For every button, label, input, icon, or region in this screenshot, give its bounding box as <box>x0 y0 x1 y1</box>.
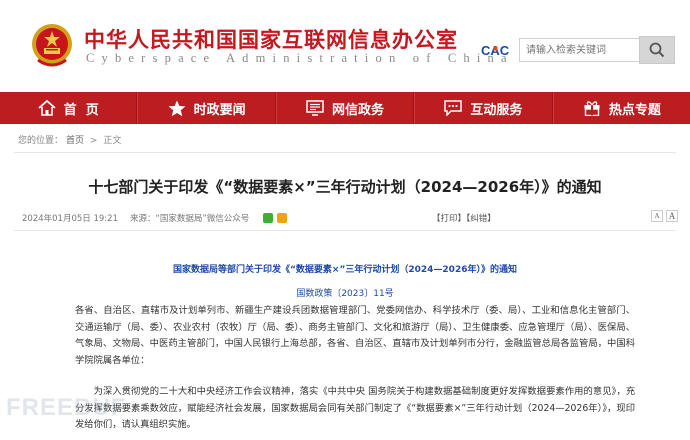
site-title: 中华人民共和国国家互联网信息办公室 <box>84 28 458 52</box>
nav-label-government: 网信政务 <box>332 102 385 118</box>
watermark: FREEBUF <box>6 394 127 421</box>
nav-label-home: 首 页 <box>63 102 99 118</box>
divider <box>14 152 676 153</box>
breadcrumb-home-link[interactable]: 首页 <box>66 136 84 146</box>
nav-label-news: 时政要闻 <box>193 102 246 118</box>
font-decrease-button[interactable]: A <box>651 210 663 222</box>
print-link[interactable]: 【打印】 <box>432 214 466 224</box>
share-buttons <box>263 213 288 223</box>
gift-icon <box>584 101 600 116</box>
search-button[interactable] <box>639 36 675 64</box>
document-number: 国数政策〔2023〕11号 <box>296 289 394 299</box>
divider <box>14 230 676 231</box>
article-title: 十七部门关于印发《“数据要素×”三年行动计划（2024—2026年）》的通知 <box>88 178 602 196</box>
chat-bubble-icon <box>444 100 463 116</box>
font-size-controls: A A <box>651 210 678 222</box>
national-emblem-icon[interactable] <box>30 20 74 70</box>
home-icon <box>38 100 56 116</box>
nav-item-topics[interactable]: 热点专题 <box>552 92 690 124</box>
site-subtitle: Cyberspace Administration of China <box>86 51 514 65</box>
weibo-share-icon[interactable] <box>277 213 288 223</box>
article-tools: 【打印】【纠错】 <box>432 212 496 224</box>
search-icon <box>649 42 665 58</box>
nav-label-interaction: 互动服务 <box>470 102 523 118</box>
main-nav: 首 页 时政要闻 网信政务 互动服务 热点专题 <box>0 92 690 124</box>
article-date: 2024年01月05日 19:21 <box>22 214 118 224</box>
nav-item-government[interactable]: 网信政务 <box>275 92 415 124</box>
breadcrumb: 您的位置： 首页 > 正文 <box>18 133 124 146</box>
government-screen-icon <box>306 100 324 116</box>
nav-item-interaction[interactable]: 互动服务 <box>414 92 553 124</box>
wechat-share-icon[interactable] <box>263 213 274 223</box>
nav-item-news[interactable]: 时政要闻 <box>137 92 276 124</box>
breadcrumb-label: 您的位置： <box>18 136 64 146</box>
document-title: 国家数据局等部门关于印发《“数据要素×”三年行动计划（2024—2026年）》的… <box>173 265 517 275</box>
nav-item-home[interactable]: 首 页 <box>0 92 138 124</box>
site-header: 中华人民共和国国家互联网信息办公室 Cyberspace Administrat… <box>0 0 690 92</box>
search-input[interactable] <box>519 38 639 62</box>
nav-label-topics: 热点专题 <box>608 102 661 118</box>
breadcrumb-separator: > <box>89 136 98 146</box>
font-increase-button[interactable]: A <box>666 210 678 222</box>
article-meta: 2024年01月05日 19:21 来源：“国家数据局”微信公众号 <box>22 212 288 224</box>
article-paragraph-recipients: 各省、自治区、直辖市及计划单列市、新疆生产建设兵团数据管理部门、党委网信办、科学… <box>75 305 635 366</box>
cac-logo-icon[interactable]: CAC <box>480 41 516 59</box>
breadcrumb-current: 正文 <box>103 136 122 146</box>
star-icon <box>168 100 186 116</box>
article-source: 来源：“国家数据局”微信公众号 <box>129 214 250 224</box>
correct-link[interactable]: 【纠错】 <box>466 214 496 224</box>
